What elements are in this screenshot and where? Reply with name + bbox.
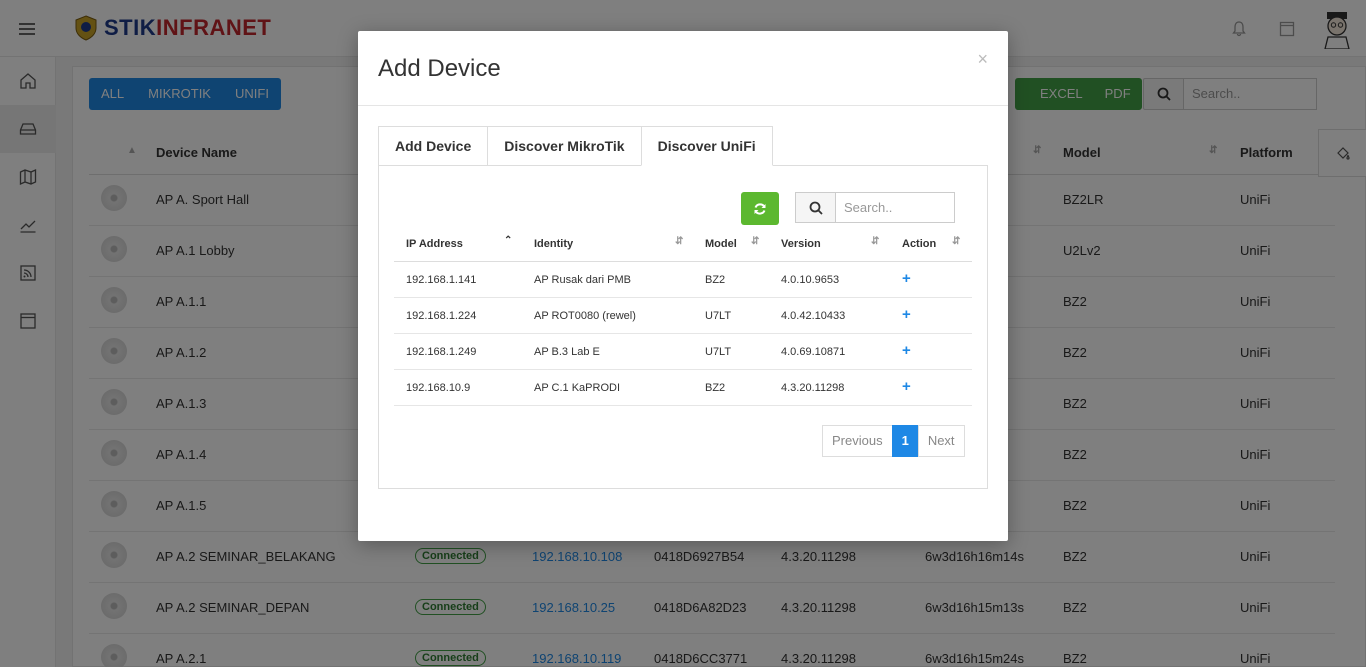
version-cell: 4.3.20.11298 — [781, 382, 845, 394]
modal-header: Add Device × — [358, 31, 1008, 106]
table-row: 192.168.10.9 AP C.1 KaPRODI BZ2 4.3.20.1129… — [394, 370, 972, 406]
ip-address-cell: 192.168.10.9 — [406, 382, 471, 394]
discover-search: Search.. — [795, 192, 955, 223]
pagination-next[interactable]: Next — [917, 425, 965, 457]
identity-cell: AP B.3 Lab E — [534, 346, 600, 358]
discover-table: IP Address ⌃ Identity ⇵ Model ⇵ Version … — [394, 226, 972, 406]
model-cell: U7LT — [705, 310, 732, 322]
model-cell: BZ2 — [705, 382, 726, 394]
add-device-plus-icon[interactable]: + — [902, 270, 911, 287]
sort-asc-icon[interactable]: ⌃ — [504, 235, 512, 246]
pagination-previous[interactable]: Previous — [822, 425, 893, 457]
modal-tabs: Add Device Discover MikroTik Discover Un… — [378, 126, 773, 166]
column-version[interactable]: Version — [781, 238, 821, 250]
search-icon[interactable] — [795, 192, 835, 223]
version-cell: 4.0.10.9653 — [781, 274, 840, 286]
add-device-modal: Add Device × Add Device Discover MikroTi… — [358, 31, 1008, 541]
modal-title: Add Device — [378, 55, 501, 82]
refresh-icon — [754, 202, 766, 215]
identity-cell: AP C.1 KaPRODI — [534, 382, 620, 394]
add-device-plus-icon[interactable]: + — [902, 378, 911, 395]
sort-icon[interactable]: ⇵ — [675, 236, 683, 247]
refresh-button[interactable] — [741, 192, 779, 225]
table-row: 192.168.1.224 AP ROT0080 (rewel) U7LT 4.0.4… — [394, 298, 972, 334]
search-input[interactable]: Search.. — [835, 192, 955, 223]
identity-cell: AP Rusak dari PMB — [534, 274, 632, 286]
model-cell: U7LT — [705, 346, 732, 358]
column-identity[interactable]: Identity — [534, 238, 573, 250]
ip-address-cell: 192.168.1.224 — [406, 310, 477, 322]
discover-unifi-panel: Search.. IP Address ⌃ Identity ⇵ Model ⇵… — [378, 165, 988, 489]
table-row: 192.168.1.249 AP B.3 Lab E U7LT 4.0.69.1087… — [394, 334, 972, 370]
pagination: Previous 1 Next — [822, 425, 965, 457]
add-device-plus-icon[interactable]: + — [902, 306, 911, 323]
identity-cell: AP ROT0080 (rewel) — [534, 310, 636, 322]
column-action[interactable]: Action — [902, 238, 936, 250]
version-cell: 4.0.69.10871 — [781, 346, 846, 358]
add-device-plus-icon[interactable]: + — [902, 342, 911, 359]
version-cell: 4.0.42.10433 — [781, 310, 846, 322]
sort-icon[interactable]: ⇵ — [952, 236, 960, 247]
sort-icon[interactable]: ⇵ — [871, 236, 879, 247]
ip-address-cell: 192.168.1.249 — [406, 346, 477, 358]
pagination-page-1[interactable]: 1 — [891, 425, 919, 457]
column-ip-address[interactable]: IP Address — [406, 238, 463, 250]
ip-address-cell: 192.168.1.141 — [406, 274, 477, 286]
tab-discover-unifi[interactable]: Discover UniFi — [640, 126, 773, 166]
table-row: 192.168.1.141 AP Rusak dari PMB BZ2 4.0.10.… — [394, 262, 972, 298]
model-cell: BZ2 — [705, 274, 726, 286]
tab-add-device[interactable]: Add Device — [378, 126, 489, 166]
discover-table-header: IP Address ⌃ Identity ⇵ Model ⇵ Version … — [394, 226, 972, 262]
close-icon[interactable]: × — [977, 49, 988, 70]
tab-discover-mikrotik[interactable]: Discover MikroTik — [487, 126, 642, 166]
sort-icon[interactable]: ⇵ — [751, 236, 759, 247]
column-model[interactable]: Model — [705, 238, 737, 250]
